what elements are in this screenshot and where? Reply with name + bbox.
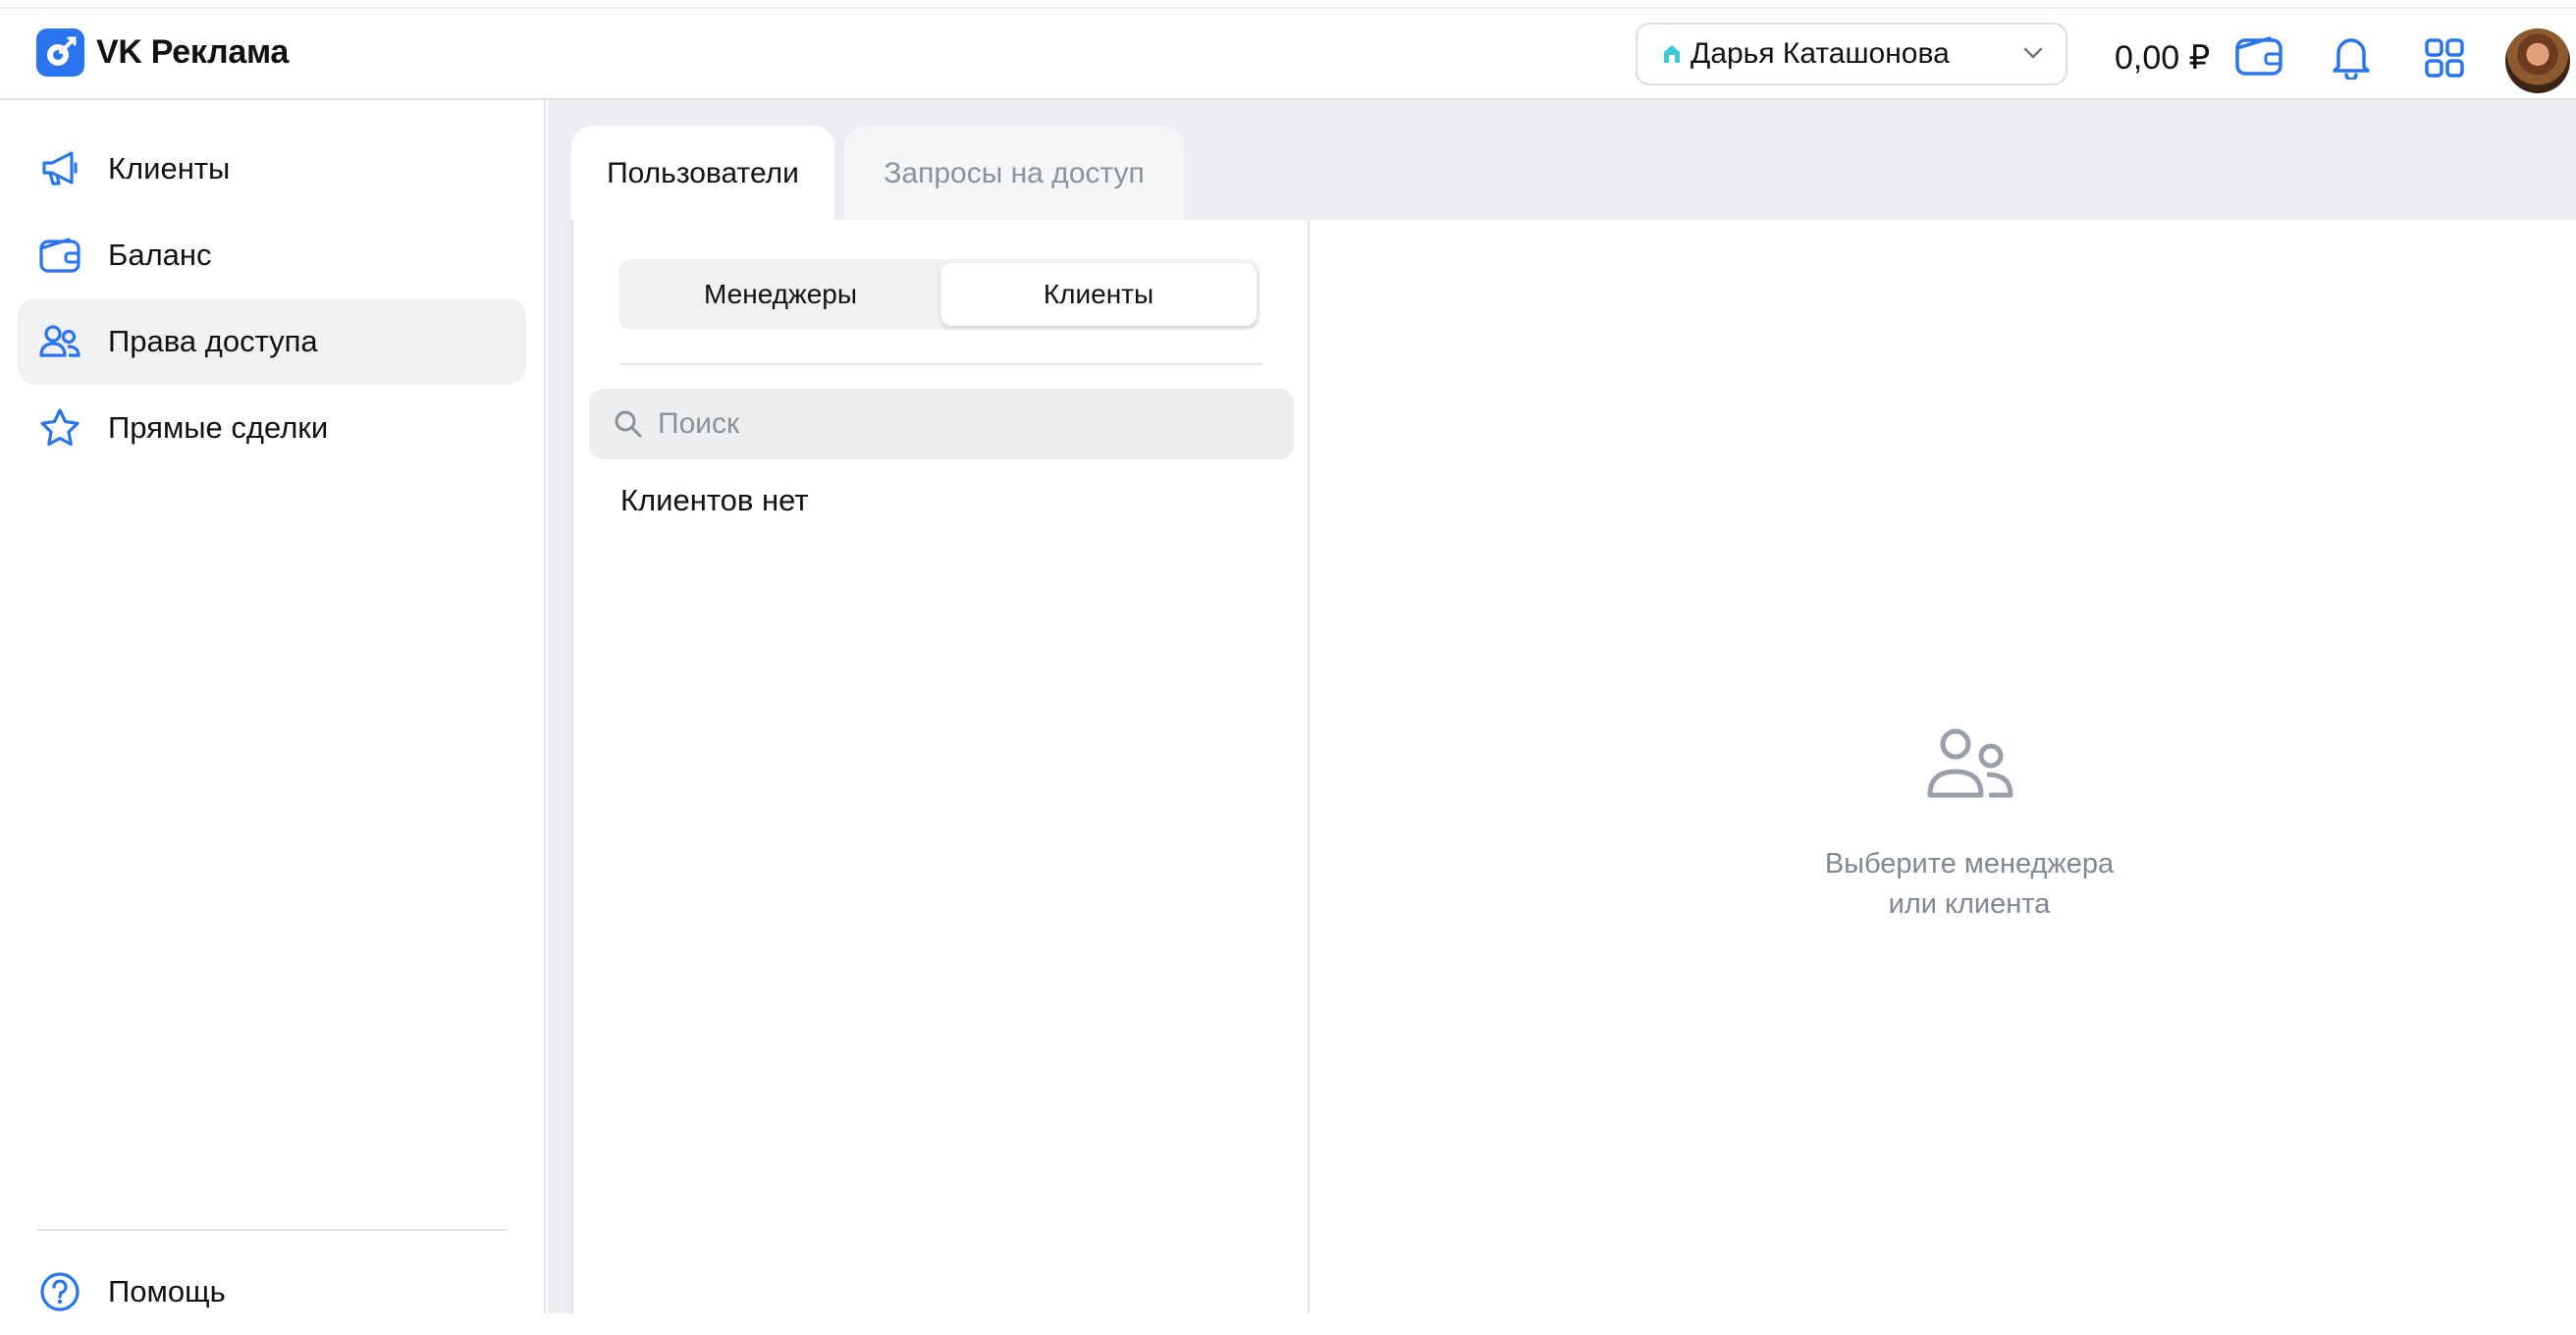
app-logo[interactable]: VK Реклама	[36, 28, 289, 77]
users-icon	[39, 325, 80, 357]
users-list-column: Менеджеры Клиенты Клиентов нет	[571, 220, 1310, 1313]
empty-list-message: Клиентов нет	[620, 483, 809, 517]
account-selector[interactable]: Дарья Каташонова	[1636, 23, 2067, 85]
chevron-down-icon	[2023, 47, 2043, 59]
home-icon	[1664, 45, 1680, 63]
sidebar-item-label: Баланс	[108, 238, 212, 272]
sidebar-item-clients[interactable]: Клиенты	[18, 126, 526, 212]
search-field[interactable]	[589, 389, 1294, 459]
main-area: Пользователи Запросы на доступ Менеджеры…	[548, 100, 2576, 1313]
sidebar-item-balance[interactable]: Баланс	[18, 212, 526, 298]
sidebar-item-label: Клиенты	[108, 151, 231, 186]
account-name: Дарья Каташонова	[1690, 37, 1950, 70]
sidebar: Клиенты Баланс Права доступа Прямые сдел…	[0, 100, 546, 1313]
segment-clients[interactable]: Клиенты	[940, 263, 1257, 326]
sidebar-item-label: Прямые сделки	[108, 410, 329, 445]
details-placeholder-text: Выберите менеджера или клиента	[1767, 844, 2172, 925]
apps-grid-icon[interactable]	[2425, 38, 2464, 78]
content-panel: Менеджеры Клиенты Клиентов нет	[571, 220, 2576, 1313]
tab-access-requests[interactable]: Запросы на доступ	[844, 126, 1184, 222]
top-border	[0, 0, 2576, 9]
search-input[interactable]	[658, 407, 1266, 441]
megaphone-icon	[42, 151, 78, 186]
tab-users[interactable]: Пользователи	[571, 126, 834, 222]
vk-ads-logo-icon	[36, 28, 84, 77]
divider	[620, 363, 1262, 365]
sidebar-item-direct-deals[interactable]: Прямые сделки	[18, 385, 526, 471]
wallet-icon	[39, 238, 80, 273]
sidebar-divider	[37, 1229, 507, 1231]
search-icon	[615, 410, 642, 438]
user-type-switch: Менеджеры Клиенты	[618, 259, 1261, 330]
users-placeholder-icon	[1927, 728, 2013, 798]
star-icon	[40, 408, 80, 447]
user-avatar[interactable]	[2505, 28, 2570, 93]
question-circle-icon	[40, 1272, 80, 1311]
balance-amount[interactable]: 0,00 ₽	[2115, 38, 2210, 78]
sidebar-item-help[interactable]: Помощь	[18, 1249, 526, 1335]
wallet-icon[interactable]	[2234, 34, 2283, 78]
help-label: Помощь	[108, 1274, 226, 1308]
bell-icon[interactable]	[2331, 34, 2372, 80]
top-header: VK Реклама Дарья Каташонова 0,00 ₽	[0, 9, 2576, 100]
segment-managers[interactable]: Менеджеры	[622, 263, 939, 326]
placeholder-line-1: Выберите менеджера	[1824, 848, 2115, 880]
placeholder-line-2: или клиента	[1888, 888, 2051, 920]
sidebar-item-label: Права доступа	[108, 324, 318, 358]
sidebar-item-access-rights[interactable]: Права доступа	[18, 298, 526, 385]
app-title: VK Реклама	[96, 33, 289, 71]
